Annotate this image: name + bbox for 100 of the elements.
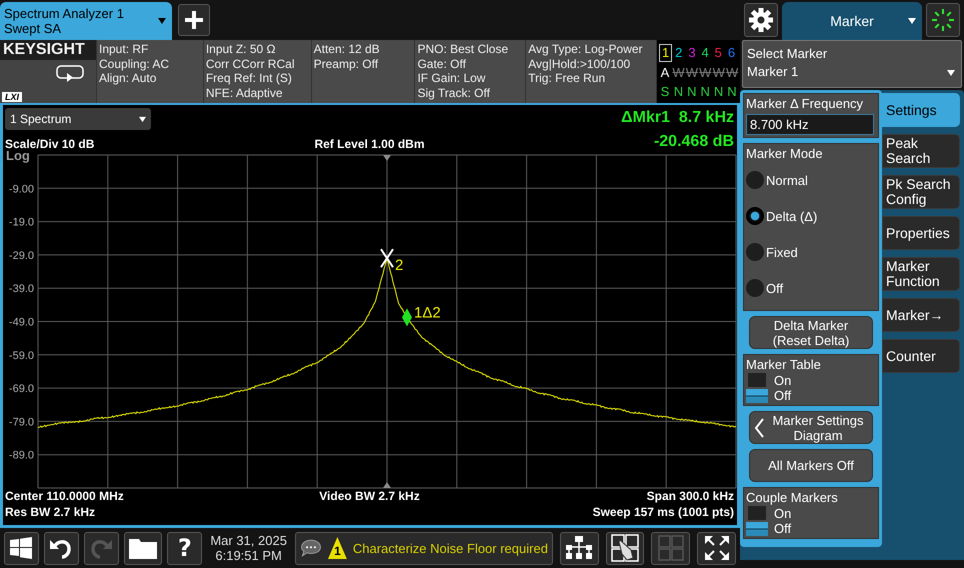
radio-label[interactable]: Off bbox=[766, 280, 784, 296]
toggle-off-label: Off bbox=[774, 388, 792, 403]
menu-tab[interactable]: Properties bbox=[882, 216, 960, 250]
instrument-setting: IF Gain: Low bbox=[417, 71, 486, 86]
video-bw-label: Video BW 2.7 kHz bbox=[319, 488, 420, 504]
instrument-setting: Input Z: 50 Ω bbox=[206, 42, 276, 56]
busy-indicator-button[interactable] bbox=[926, 3, 960, 37]
instrument-setting: Align: Auto bbox=[99, 71, 158, 86]
toggle-on-label: On bbox=[774, 506, 792, 521]
radio-label[interactable]: Delta (Δ) bbox=[766, 208, 818, 224]
marker-label: 1Δ2 bbox=[414, 304, 441, 322]
settings-button[interactable] bbox=[744, 3, 778, 37]
panel-button[interactable]: All Markers Off bbox=[749, 449, 873, 482]
group-label: Marker Mode bbox=[746, 146, 824, 162]
menu-tab[interactable]: Peak Search bbox=[882, 134, 960, 168]
menu-tab[interactable]: Marker Function bbox=[882, 257, 960, 291]
radio-button[interactable] bbox=[746, 243, 764, 261]
radio-button[interactable] bbox=[746, 207, 764, 225]
scale-label: Scale/Div 10 dB bbox=[5, 137, 96, 151]
instrument-setting: Coupling: AC bbox=[99, 56, 170, 71]
trace-detector: S bbox=[660, 84, 670, 99]
instrument-setting: Corr CCorr RCal bbox=[206, 56, 296, 71]
trace-type: W bbox=[726, 66, 738, 80]
marker-menu-tab[interactable]: Marker bbox=[782, 2, 922, 40]
menu-tab[interactable]: Marker→ bbox=[882, 298, 960, 332]
instrument-setting: Preamp: Off bbox=[314, 56, 380, 71]
y-axis-label: -89.0 bbox=[8, 450, 34, 462]
analyzer-mode: Swept SA bbox=[4, 21, 62, 36]
trace-number[interactable]: 1 bbox=[659, 44, 672, 62]
reference-marker-icon bbox=[380, 248, 394, 268]
y-axis-label: -19.0 bbox=[8, 216, 34, 229]
radio-button[interactable] bbox=[746, 279, 764, 297]
y-axis-label: -29.0 bbox=[8, 250, 34, 262]
folder-icon bbox=[129, 537, 158, 559]
time-label: 6:19:51 PM bbox=[215, 548, 282, 563]
panel-button[interactable]: Marker Settings Diagram bbox=[749, 411, 873, 444]
trace-detector: N bbox=[672, 84, 684, 99]
panel-button[interactable]: Delta Marker (Reset Delta) bbox=[749, 316, 873, 349]
sweep-label: Sweep 157 ms (1001 pts) bbox=[592, 504, 734, 520]
instrument-setting: Avg|Hold:>100/100 bbox=[528, 56, 632, 71]
marker-value-readout: -20.468 dB bbox=[654, 132, 734, 151]
message-bar[interactable]: 1 Characterize Noise Floor required bbox=[294, 532, 553, 564]
trace-number[interactable]: 6 bbox=[724, 44, 738, 62]
radio-label[interactable]: Fixed bbox=[766, 244, 798, 260]
analyzer-tab[interactable]: Spectrum Analyzer 1 Swept SA bbox=[0, 2, 172, 40]
status-message: Characterize Noise Floor required bbox=[352, 540, 548, 556]
open-file-button[interactable] bbox=[124, 532, 162, 564]
undo-button[interactable] bbox=[44, 532, 79, 564]
trace-number[interactable]: 3 bbox=[685, 44, 699, 62]
instrument-setting: PNO: Best Close bbox=[417, 42, 510, 56]
grid-icon bbox=[658, 535, 684, 561]
y-axis-label: -79.0 bbox=[8, 416, 34, 428]
trace-number[interactable]: 4 bbox=[698, 44, 712, 62]
block-diagram-icon bbox=[566, 536, 592, 560]
radio-label[interactable]: Normal bbox=[766, 172, 808, 188]
touch-button[interactable] bbox=[606, 532, 644, 564]
delta-marker-icon bbox=[402, 308, 412, 326]
help-button[interactable]: ? bbox=[167, 532, 202, 564]
chevron-left-icon bbox=[754, 418, 764, 438]
plus-icon bbox=[185, 11, 203, 29]
group-label: Couple Markers bbox=[746, 490, 839, 506]
brand-logo: KEYSIGHT bbox=[0, 40, 96, 60]
block-diagram-button[interactable] bbox=[560, 532, 599, 564]
radio-button[interactable] bbox=[746, 171, 764, 189]
add-screen-button[interactable] bbox=[178, 4, 210, 36]
instrument-setting: NFE: Adaptive bbox=[206, 86, 284, 100]
center-frequency-label: Center 110.0000 MHz bbox=[5, 488, 125, 504]
caret-icon bbox=[947, 69, 955, 77]
instrument-setting: Gate: Off bbox=[417, 56, 467, 71]
menu-tab[interactable]: Settings bbox=[880, 93, 960, 127]
toggle-off-label: Off bbox=[774, 521, 792, 536]
instrument-setting: Input: RF bbox=[99, 42, 150, 56]
trace-type: W bbox=[699, 66, 712, 80]
y-axis-label: -49.0 bbox=[8, 316, 34, 328]
y-axis-label: -69.0 bbox=[8, 383, 34, 396]
menu-tab[interactable]: Pk Search Config bbox=[882, 175, 960, 209]
fullscreen-button[interactable] bbox=[697, 532, 736, 564]
spinner-icon bbox=[931, 8, 955, 32]
caret-icon bbox=[139, 116, 146, 122]
trace-detector: N bbox=[726, 84, 738, 99]
toggle-switch[interactable] bbox=[746, 506, 768, 536]
frequency-input[interactable]: 8.700 kHz bbox=[746, 114, 874, 135]
select-marker-dropdown[interactable]: Select Marker Marker 1 bbox=[742, 40, 962, 88]
toggle-switch[interactable] bbox=[746, 373, 768, 403]
y-axis-label: -59.0 bbox=[8, 350, 34, 362]
span-label: Span 300.0 kHz bbox=[646, 488, 734, 504]
remote-display-icon bbox=[56, 65, 84, 83]
trace-number[interactable]: 5 bbox=[712, 44, 725, 62]
ref-level-label: Ref Level 1.00 dBm bbox=[314, 137, 425, 151]
field-label: Marker Δ Frequency bbox=[746, 96, 864, 112]
trace-type: W bbox=[712, 66, 725, 80]
instrument-setting: Avg Type: Log-Power bbox=[528, 42, 644, 56]
trace-type: W bbox=[672, 66, 684, 80]
trace-number[interactable]: 2 bbox=[672, 44, 686, 62]
hand-on-grid-icon bbox=[611, 534, 640, 562]
date-label: Mar 31, 2025 bbox=[210, 533, 287, 548]
window-dropdown[interactable]: 1 Spectrum bbox=[5, 108, 151, 130]
start-button[interactable] bbox=[4, 532, 39, 564]
trace-detector: N bbox=[712, 84, 724, 99]
menu-tab[interactable]: Counter bbox=[882, 339, 960, 373]
